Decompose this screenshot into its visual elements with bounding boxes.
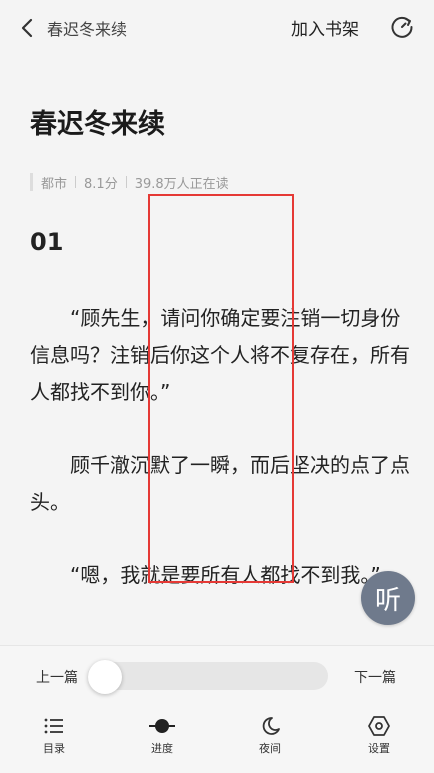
meta-divider xyxy=(125,176,127,188)
toolbar-label: 设置 xyxy=(368,742,390,755)
toolbar-item-night[interactable]: 夜间 xyxy=(240,716,300,756)
refresh-icon[interactable] xyxy=(388,13,416,41)
toolbar-label: 目录 xyxy=(43,742,65,755)
highlight-box xyxy=(148,194,294,583)
add-to-shelf-button[interactable]: 加入书架 xyxy=(291,15,359,40)
book-meta: 都市 8.1分 39.8万人正在读 xyxy=(30,173,229,192)
toolbar-item-settings[interactable]: 设置 xyxy=(349,716,409,756)
progress-slider-thumb[interactable] xyxy=(88,660,122,694)
listen-button[interactable]: 听 xyxy=(361,571,415,625)
chapter-number: 01 xyxy=(30,228,64,256)
meta-divider xyxy=(75,176,77,188)
genre-tag: 都市 xyxy=(41,176,68,192)
list-icon xyxy=(44,718,63,734)
progress-icon xyxy=(149,719,175,733)
top-bar: 春迟冬来续 加入书架 xyxy=(0,0,434,54)
reader-control-panel: 上一篇 下一篇 目录 进度 夜间 设置 xyxy=(0,645,434,773)
toolbar-item-catalog[interactable]: 目录 xyxy=(24,716,84,756)
header-title: 春迟冬来续 xyxy=(47,20,128,39)
back-icon[interactable] xyxy=(14,14,42,42)
moon-icon xyxy=(262,717,280,735)
toolbar-label: 进度 xyxy=(151,742,173,755)
settings-icon xyxy=(368,716,390,736)
progress-slider[interactable] xyxy=(88,660,328,694)
book-score: 8.1分 xyxy=(84,176,118,192)
prev-chapter-button[interactable]: 上一篇 xyxy=(36,667,78,687)
book-title: 春迟冬来续 xyxy=(30,109,165,140)
toolbar-item-progress[interactable]: 进度 xyxy=(132,716,192,756)
toolbar-label: 夜间 xyxy=(259,742,281,755)
next-chapter-button[interactable]: 下一篇 xyxy=(354,667,396,687)
reader-count: 39.8万人正在读 xyxy=(134,176,229,192)
